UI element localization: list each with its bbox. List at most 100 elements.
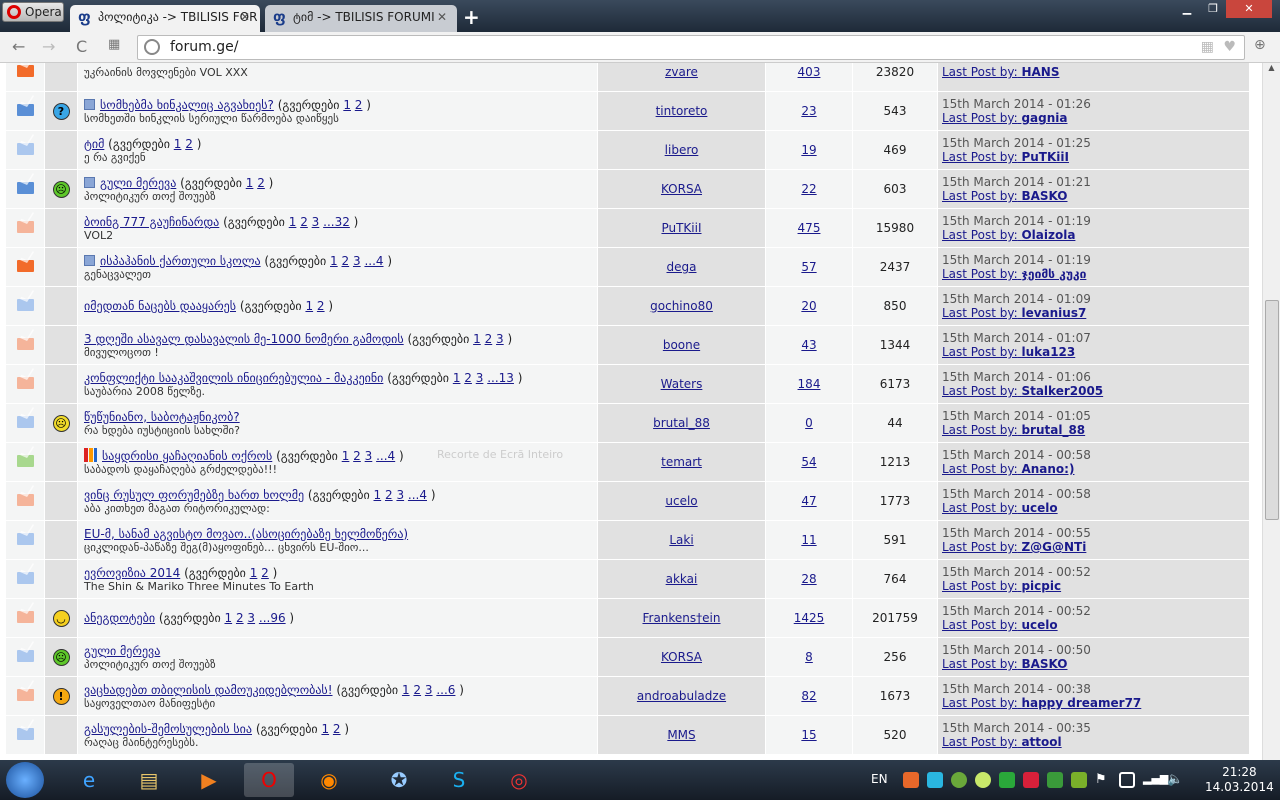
last-post-link[interactable]: Last Post by: attool [942, 735, 1062, 749]
lime-tray-icon[interactable] [975, 772, 991, 788]
topic-title-link[interactable]: იმედთან ნაცებს დააყარეს [84, 299, 236, 313]
page-link[interactable]: ...4 [364, 254, 383, 268]
page-link[interactable]: 3 [496, 332, 504, 346]
page-link[interactable]: 2 [185, 137, 193, 151]
page-link[interactable]: 3 [353, 254, 361, 268]
explorer-icon[interactable]: ▤ [124, 763, 174, 797]
author-link[interactable]: gochino80 [650, 299, 713, 313]
page-link[interactable]: 1 [343, 98, 351, 112]
last-post-link[interactable]: Last Post by: happy dreamer77 [942, 696, 1141, 710]
page-link[interactable]: ...4 [408, 488, 427, 502]
replies-link[interactable]: 54 [801, 455, 816, 469]
scrollbar-thumb[interactable] [1265, 300, 1279, 520]
page-link[interactable]: 2 [385, 488, 393, 502]
last-poster[interactable]: gagnia [1021, 111, 1067, 125]
replies-link[interactable]: 1425 [794, 611, 825, 625]
last-post-link[interactable]: Last Post by: HANS [942, 65, 1059, 79]
page-link[interactable]: 1 [174, 137, 182, 151]
page-link[interactable]: 2 [257, 176, 265, 190]
page-link[interactable]: 3 [247, 611, 255, 625]
last-post-link[interactable]: Last Post by: Anano:) [942, 462, 1074, 476]
topic-title-link[interactable]: ანეგდოტები [84, 611, 155, 625]
topic-title-link[interactable]: ევროვიზია 2014 [84, 566, 180, 580]
last-poster[interactable]: levanius7 [1021, 306, 1086, 320]
last-poster[interactable]: picpic [1021, 579, 1061, 593]
last-post-link[interactable]: Last Post by: picpic [942, 579, 1061, 593]
last-post-link[interactable]: Last Post by: ჯეიმს კუკი [942, 267, 1086, 281]
last-poster[interactable]: Stalker2005 [1021, 384, 1103, 398]
tab-tim[interactable]: ფ ტიმ -> TBILISIS FORUMI ✕ [265, 5, 457, 32]
page-link[interactable]: 2 [485, 332, 493, 346]
minimize-button[interactable]: ▁ [1174, 0, 1200, 18]
topic-title-link[interactable]: სომხებმა ხინკალიც აგვახიეს? [100, 98, 274, 112]
clock[interactable]: 21:28 14.03.2014 [1205, 765, 1274, 795]
scrollbar[interactable]: ▲ [1262, 63, 1280, 760]
firefox-icon[interactable]: ◉ [304, 763, 354, 797]
opera-taskbar-icon[interactable]: O [244, 763, 294, 797]
nvidia-tray-icon[interactable] [1071, 772, 1087, 788]
ie-icon[interactable]: e [64, 763, 114, 797]
topic-title-link[interactable]: ტიმ [84, 137, 104, 151]
signal-tray-icon[interactable]: ▂▄▆ [1143, 772, 1168, 788]
replies-link[interactable]: 8 [805, 650, 813, 664]
page-link[interactable]: 1 [246, 176, 254, 190]
last-poster[interactable]: ჯეიმს კუკი [1021, 267, 1086, 281]
last-post-link[interactable]: Last Post by: gagnia [942, 111, 1067, 125]
last-poster[interactable]: Z@G@NTi [1021, 540, 1086, 554]
last-post-link[interactable]: Last Post by: brutal_88 [942, 423, 1085, 437]
last-poster[interactable]: Olaizola [1021, 228, 1075, 242]
author-link[interactable]: PuTKiiI [661, 221, 701, 235]
topic-title-link[interactable]: ვაცხადებთ თბილისის დამოუკიდებლობას! [84, 683, 333, 697]
author-link[interactable]: libero [665, 143, 699, 157]
author-link[interactable]: KORSA [661, 182, 702, 196]
page-link[interactable]: 2 [300, 215, 308, 229]
replies-link[interactable]: 47 [801, 494, 816, 508]
last-post-link[interactable]: Last Post by: BASKO [942, 657, 1068, 671]
author-link[interactable]: KORSA [661, 650, 702, 664]
page-link[interactable]: 1 [402, 683, 410, 697]
last-poster[interactable]: attool [1021, 735, 1061, 749]
network-monitor-tray-icon[interactable] [1047, 772, 1063, 788]
page-link[interactable]: ...4 [376, 449, 395, 463]
heart-icon[interactable]: ♥ [1223, 36, 1236, 59]
replies-link[interactable]: 184 [798, 377, 821, 391]
page-link[interactable]: 3 [396, 488, 404, 502]
last-poster[interactable]: HANS [1021, 65, 1059, 79]
author-link[interactable]: temart [661, 455, 702, 469]
topic-title-link[interactable]: 3 დღეში ასავალ დასავალის მე-1000 ნომერი … [84, 332, 404, 346]
flag-tray-icon[interactable]: ⚑ [1095, 772, 1111, 788]
author-link[interactable]: ucelo [665, 494, 697, 508]
app-tray-icon[interactable] [1023, 772, 1039, 788]
topic-title-link[interactable]: ისპაჰანის ქართული სკოლა [100, 254, 261, 268]
page-link[interactable]: ...13 [487, 371, 514, 385]
page-link[interactable]: 2 [236, 611, 244, 625]
page-link[interactable]: 1 [453, 371, 461, 385]
page-link[interactable]: 2 [342, 254, 350, 268]
last-poster[interactable]: ucelo [1021, 501, 1057, 515]
author-link[interactable]: boone [663, 338, 700, 352]
page-link[interactable]: 2 [333, 722, 341, 736]
replies-link[interactable]: 20 [801, 299, 816, 313]
last-post-link[interactable]: Last Post by: luka123 [942, 345, 1075, 359]
last-poster[interactable]: Anano:) [1021, 462, 1074, 476]
page-link[interactable]: 2 [413, 683, 421, 697]
topic-title-link[interactable]: საყდრისი ყაჩაღიანის ოქროს [102, 449, 272, 463]
replies-link[interactable]: 11 [801, 533, 816, 547]
page-link[interactable]: 1 [250, 566, 258, 580]
author-link[interactable]: akkai [666, 572, 698, 586]
author-link[interactable]: Laki [669, 533, 693, 547]
replies-link[interactable]: 23 [801, 104, 816, 118]
topic-title-link[interactable]: კონფლიქტი სააკაშვილის ინიცირებულია - მაკ… [84, 371, 383, 385]
page-link[interactable]: 2 [353, 449, 361, 463]
author-link[interactable]: tintoreto [656, 104, 708, 118]
page-link[interactable]: 2 [464, 371, 472, 385]
last-poster[interactable]: PuTKiiI [1021, 150, 1069, 164]
replies-link[interactable]: 403 [798, 65, 821, 79]
download-icon[interactable]: ⊕ [1254, 37, 1266, 53]
last-post-link[interactable]: Last Post by: Stalker2005 [942, 384, 1103, 398]
author-link[interactable]: dega [667, 260, 697, 274]
topic-title-link[interactable]: გასულების-შემოსულების სია [84, 722, 252, 736]
replies-link[interactable]: 475 [798, 221, 821, 235]
last-poster[interactable]: ucelo [1021, 618, 1057, 632]
last-poster[interactable]: happy dreamer77 [1021, 696, 1141, 710]
